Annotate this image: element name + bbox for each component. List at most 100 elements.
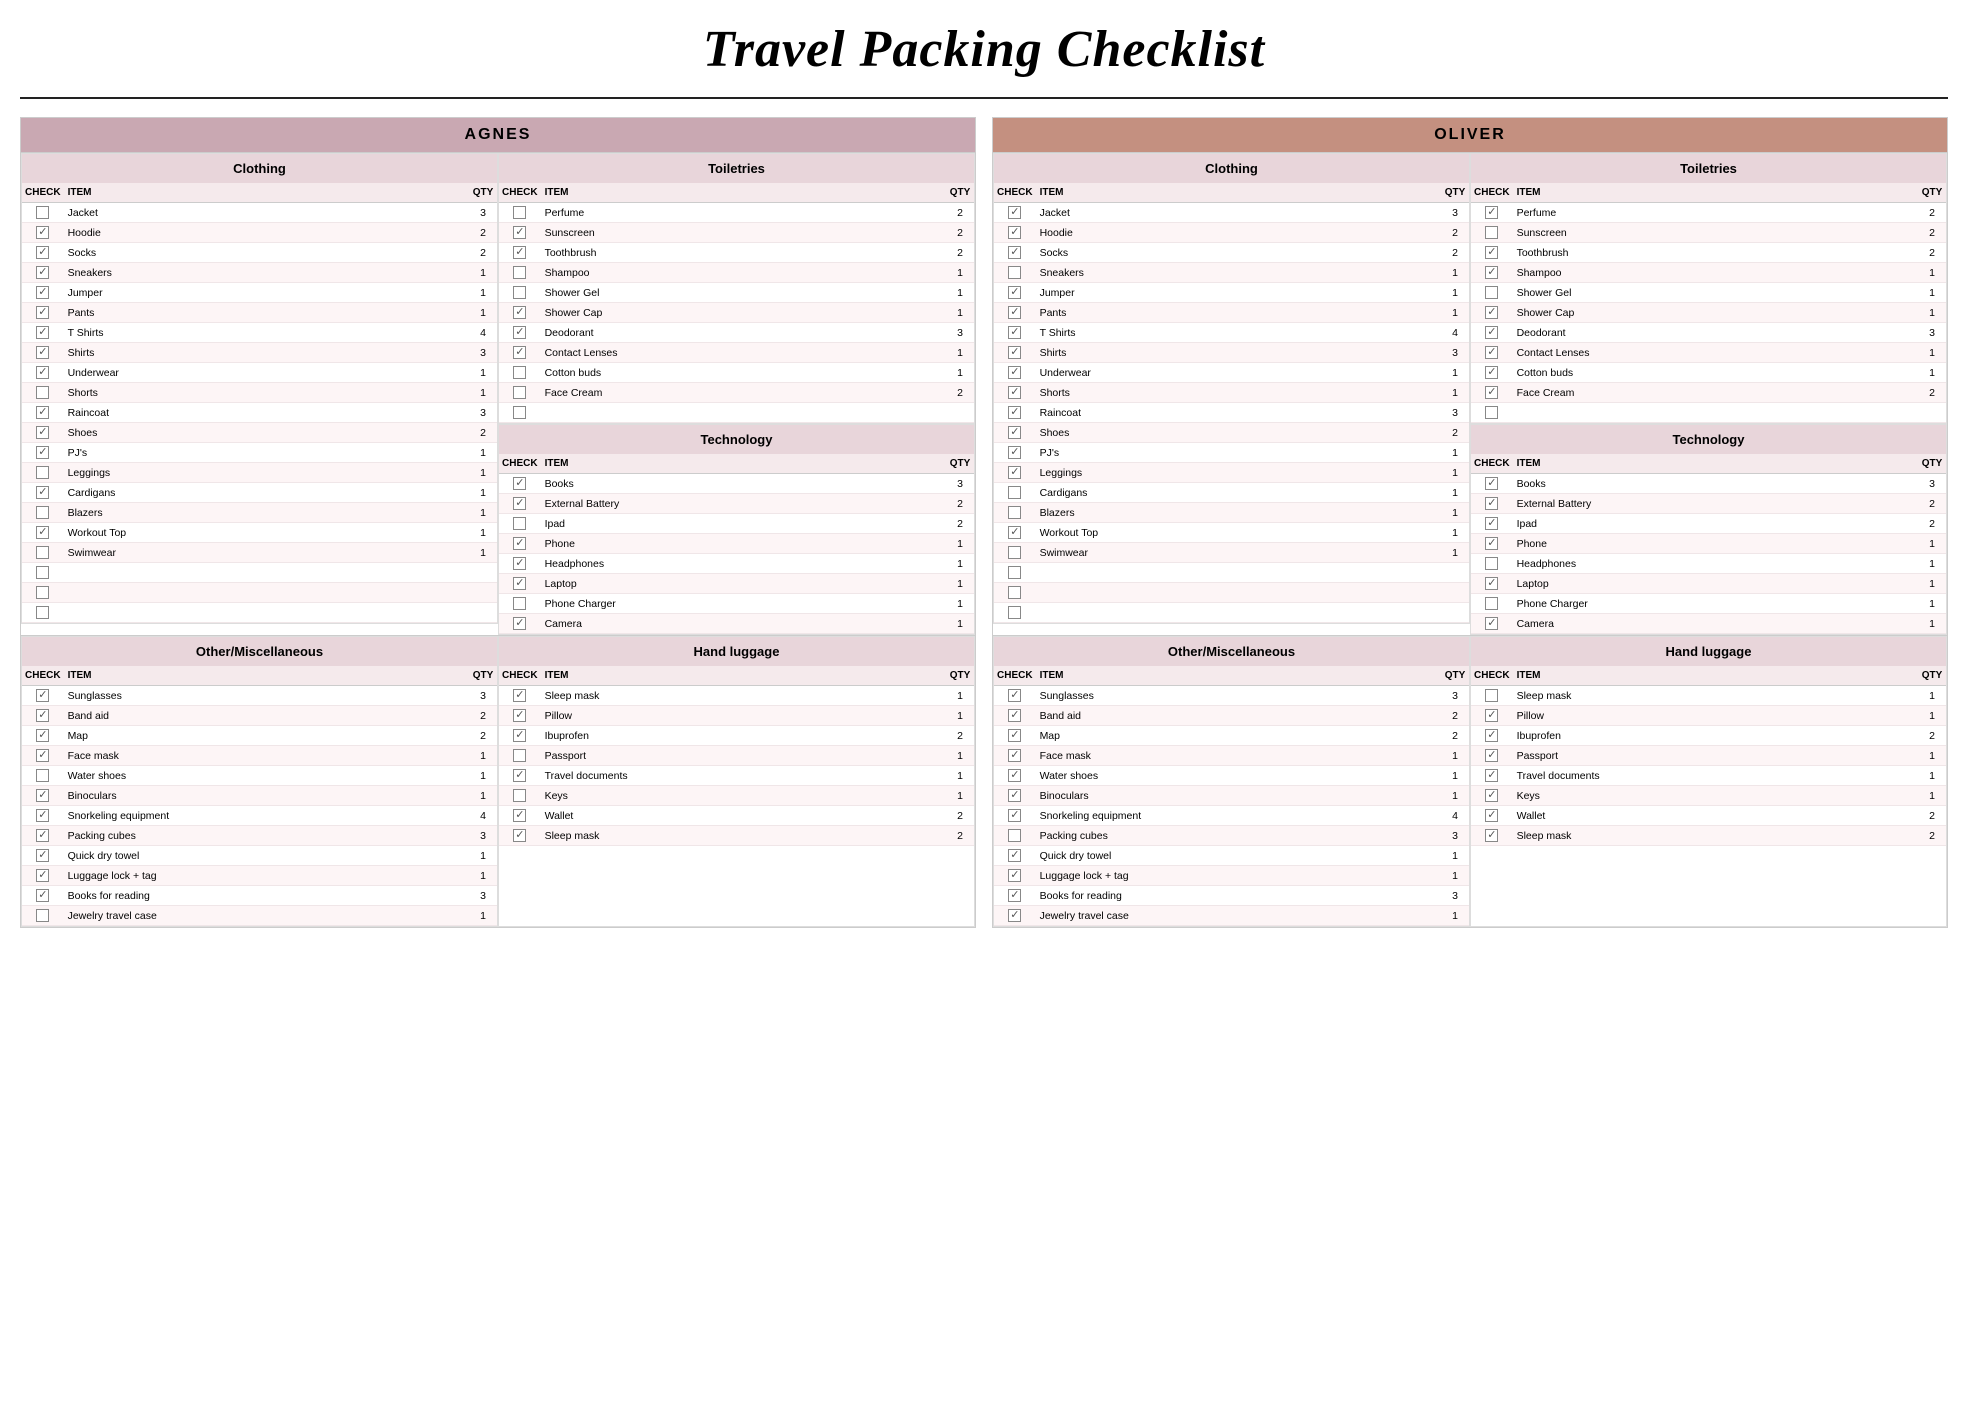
checkbox-checked[interactable]	[1008, 426, 1021, 439]
check-cell[interactable]	[994, 283, 1036, 303]
check-cell[interactable]	[1471, 806, 1513, 826]
check-cell[interactable]	[499, 514, 541, 534]
check-cell[interactable]	[1471, 263, 1513, 283]
check-cell[interactable]	[994, 686, 1036, 706]
check-cell[interactable]	[1471, 243, 1513, 263]
checkbox-unchecked[interactable]	[36, 466, 49, 479]
checkbox-checked[interactable]	[1008, 366, 1021, 379]
checkbox-unchecked[interactable]	[1008, 506, 1021, 519]
check-cell[interactable]	[499, 826, 541, 846]
checkbox-checked[interactable]	[1008, 809, 1021, 822]
check-cell[interactable]	[1471, 594, 1513, 614]
checkbox-checked[interactable]	[36, 849, 49, 862]
checkbox-checked[interactable]	[1485, 266, 1498, 279]
checkbox-checked[interactable]	[1008, 789, 1021, 802]
checkbox-unchecked[interactable]	[1485, 226, 1498, 239]
check-cell[interactable]	[994, 363, 1036, 383]
check-cell[interactable]	[499, 403, 541, 423]
checkbox-unchecked[interactable]	[513, 789, 526, 802]
checkbox-checked[interactable]	[513, 226, 526, 239]
checkbox-unchecked[interactable]	[36, 909, 49, 922]
check-cell[interactable]	[499, 614, 541, 634]
checkbox-checked[interactable]	[36, 526, 49, 539]
checkbox-checked[interactable]	[513, 577, 526, 590]
checkbox-checked[interactable]	[1485, 769, 1498, 782]
check-cell[interactable]	[499, 263, 541, 283]
check-cell[interactable]	[1471, 283, 1513, 303]
check-cell[interactable]	[994, 323, 1036, 343]
checkbox-unchecked[interactable]	[1485, 689, 1498, 702]
check-cell[interactable]	[499, 706, 541, 726]
check-cell[interactable]	[1471, 746, 1513, 766]
check-cell[interactable]	[499, 806, 541, 826]
check-cell[interactable]	[994, 243, 1036, 263]
check-cell[interactable]	[22, 543, 64, 563]
check-cell[interactable]	[499, 686, 541, 706]
checkbox-unchecked[interactable]	[1008, 486, 1021, 499]
check-cell[interactable]	[1471, 786, 1513, 806]
checkbox-checked[interactable]	[1008, 889, 1021, 902]
checkbox-unchecked[interactable]	[36, 566, 49, 579]
check-cell[interactable]	[994, 826, 1036, 846]
check-cell[interactable]	[22, 706, 64, 726]
checkbox-checked[interactable]	[1485, 537, 1498, 550]
checkbox-unchecked[interactable]	[1008, 546, 1021, 559]
checkbox-checked[interactable]	[1008, 526, 1021, 539]
check-cell[interactable]	[499, 243, 541, 263]
check-cell[interactable]	[994, 786, 1036, 806]
checkbox-unchecked[interactable]	[1008, 586, 1021, 599]
check-cell[interactable]	[22, 223, 64, 243]
checkbox-checked[interactable]	[1485, 497, 1498, 510]
check-cell[interactable]	[1471, 323, 1513, 343]
check-cell[interactable]	[994, 766, 1036, 786]
check-cell[interactable]	[994, 263, 1036, 283]
checkbox-checked[interactable]	[1008, 206, 1021, 219]
check-cell[interactable]	[1471, 686, 1513, 706]
checkbox-checked[interactable]	[1008, 869, 1021, 882]
checkbox-checked[interactable]	[36, 789, 49, 802]
check-cell[interactable]	[994, 583, 1036, 603]
checkbox-checked[interactable]	[36, 366, 49, 379]
check-cell[interactable]	[994, 806, 1036, 826]
checkbox-checked[interactable]	[1485, 829, 1498, 842]
check-cell[interactable]	[1471, 403, 1513, 423]
check-cell[interactable]	[499, 594, 541, 614]
check-cell[interactable]	[22, 463, 64, 483]
check-cell[interactable]	[22, 886, 64, 906]
checkbox-checked[interactable]	[36, 426, 49, 439]
checkbox-checked[interactable]	[36, 246, 49, 259]
checkbox-checked[interactable]	[513, 557, 526, 570]
check-cell[interactable]	[22, 583, 64, 603]
check-cell[interactable]	[994, 726, 1036, 746]
checkbox-unchecked[interactable]	[1008, 566, 1021, 579]
checkbox-unchecked[interactable]	[513, 286, 526, 299]
check-cell[interactable]	[22, 866, 64, 886]
check-cell[interactable]	[994, 423, 1036, 443]
check-cell[interactable]	[1471, 203, 1513, 223]
check-cell[interactable]	[1471, 474, 1513, 494]
checkbox-checked[interactable]	[36, 689, 49, 702]
checkbox-checked[interactable]	[36, 266, 49, 279]
check-cell[interactable]	[1471, 343, 1513, 363]
checkbox-checked[interactable]	[1485, 577, 1498, 590]
checkbox-checked[interactable]	[1008, 226, 1021, 239]
check-cell[interactable]	[22, 383, 64, 403]
checkbox-checked[interactable]	[1008, 326, 1021, 339]
check-cell[interactable]	[499, 726, 541, 746]
checkbox-checked[interactable]	[36, 326, 49, 339]
checkbox-checked[interactable]	[1008, 709, 1021, 722]
check-cell[interactable]	[499, 494, 541, 514]
checkbox-unchecked[interactable]	[36, 769, 49, 782]
checkbox-unchecked[interactable]	[36, 586, 49, 599]
checkbox-checked[interactable]	[513, 729, 526, 742]
check-cell[interactable]	[499, 574, 541, 594]
checkbox-checked[interactable]	[36, 486, 49, 499]
check-cell[interactable]	[22, 563, 64, 583]
check-cell[interactable]	[994, 563, 1036, 583]
checkbox-unchecked[interactable]	[36, 206, 49, 219]
check-cell[interactable]	[994, 403, 1036, 423]
check-cell[interactable]	[994, 223, 1036, 243]
checkbox-unchecked[interactable]	[513, 749, 526, 762]
check-cell[interactable]	[22, 766, 64, 786]
checkbox-checked[interactable]	[1008, 749, 1021, 762]
